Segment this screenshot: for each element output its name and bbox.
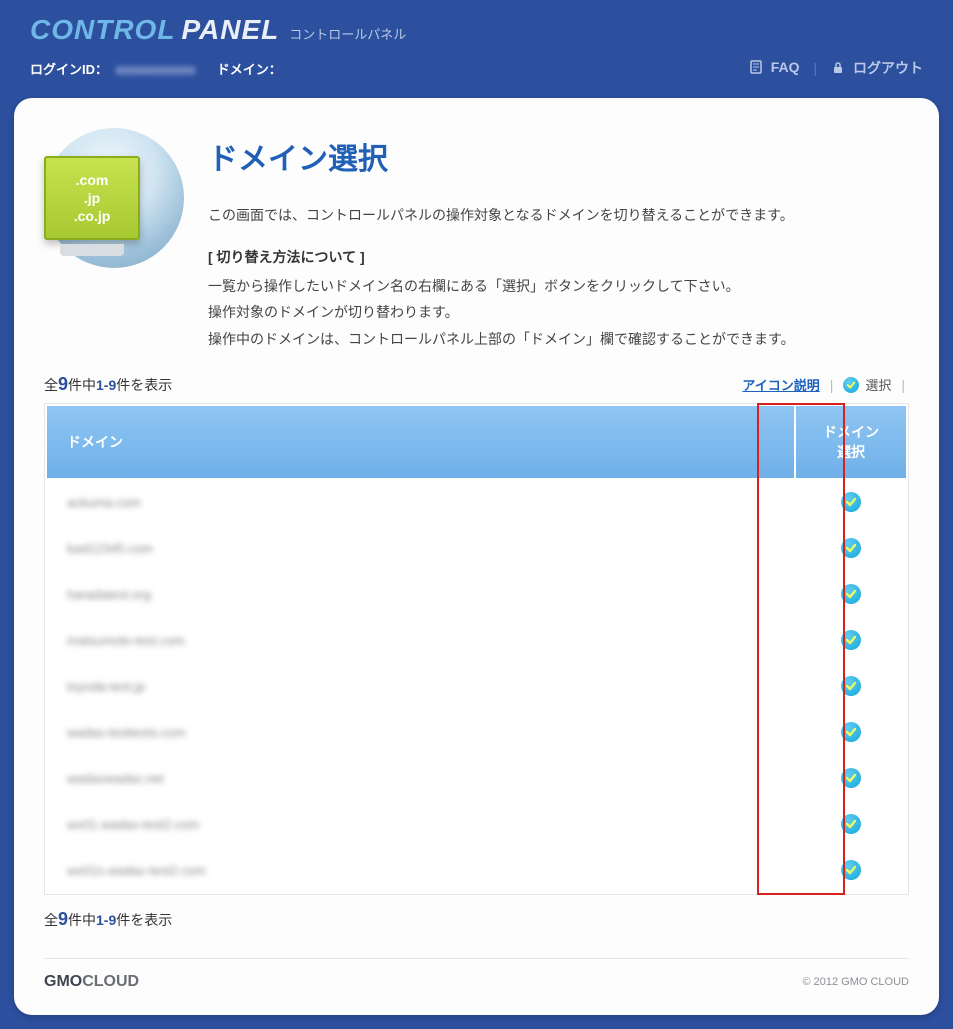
table-row: wx01s.wadax-test2.com (47, 848, 906, 892)
domain-name-cell: wx01s.wadax-test2.com (47, 848, 794, 892)
logout-link[interactable]: ログアウト (831, 58, 923, 78)
select-domain-button[interactable] (841, 814, 861, 834)
domain-select-cell (796, 710, 906, 754)
legend-label: 選択 (865, 375, 891, 394)
select-domain-button[interactable] (841, 584, 861, 604)
badge-line2: .jp (84, 189, 100, 207)
desc-line2: 操作対象のドメインが切り替わります。 (208, 299, 795, 326)
domain-select-cell (796, 756, 906, 800)
select-domain-button[interactable] (841, 768, 861, 788)
table-row: wadas-testtexts.com (47, 710, 906, 754)
domain-select-cell (796, 848, 906, 892)
table-row: matsumoto-test.com (47, 618, 906, 662)
desc-line1: 一覧から操作したいドメイン名の右欄にある「選択」ボタンをクリックして下さい。 (208, 273, 795, 300)
login-info: ログインID： xxxxxxxxxxx ドメイン： (30, 59, 282, 78)
brand-jp: コントロールパネル (289, 24, 406, 43)
domain-name-cell: ackuma.com (47, 480, 794, 524)
login-id-label: ログインID： (30, 62, 108, 77)
select-domain-button[interactable] (841, 630, 861, 650)
domain-select-cell (796, 572, 906, 616)
col-select: ドメイン 選択 (796, 406, 906, 478)
domain-select-cell (796, 618, 906, 662)
list-toolbar-top: 全9件中1-9件を表示 アイコン説明 | 選択 | (44, 374, 909, 395)
table-row: haradatest.org (47, 572, 906, 616)
badge-line1: .com (76, 171, 109, 189)
table-row: wx01.wadax-test2.com (47, 802, 906, 846)
separator: | (901, 377, 905, 393)
domain-select-cell (796, 526, 906, 570)
lock-icon (831, 61, 845, 78)
footer: GMOCLOUD © 2012 GMO CLOUD (44, 958, 909, 991)
section-subhead: [ 切り替え方法について ] (208, 247, 795, 267)
domain-name-cell: toyoda-test.jp (47, 664, 794, 708)
table-row: wadaxwadax.net (47, 756, 906, 800)
gmo-logo: GMOCLOUD (44, 973, 139, 991)
login-id-value: xxxxxxxxxxx (116, 62, 196, 77)
domain-select-cell (796, 802, 906, 846)
copyright: © 2012 GMO CLOUD (802, 976, 909, 988)
brand-panel: PANEL (181, 14, 279, 46)
badge-line3: .co.jp (74, 207, 111, 225)
table-row: toyoda-test.jp (47, 664, 906, 708)
select-domain-button[interactable] (841, 538, 861, 558)
select-domain-button[interactable] (841, 860, 861, 880)
counter-prefix: 全 (44, 377, 58, 393)
list-toolbar-bottom: 全9件中1-9件を表示 (44, 909, 909, 930)
col-domain: ドメイン (47, 406, 794, 478)
logout-label: ログアウト (853, 60, 923, 76)
table-row: bad12345.com (47, 526, 906, 570)
domain-name-cell: wadaxwadax.net (47, 756, 794, 800)
brand-control: CONTROL (30, 14, 175, 46)
domain-name-cell: bad12345.com (47, 526, 794, 570)
counter-total: 9 (58, 374, 68, 394)
main-panel: .com .jp .co.jp ドメイン選択 この画面では、コントロールパネルの… (14, 98, 939, 1015)
document-icon (749, 60, 763, 77)
page-title: ドメイン選択 (208, 134, 795, 178)
topbar: CONTROL PANEL コントロールパネル ログインID： xxxxxxxx… (0, 0, 953, 88)
domain-name-cell: haradatest.org (47, 572, 794, 616)
domain-label: ドメイン： (217, 62, 282, 77)
select-domain-button[interactable] (841, 492, 861, 512)
select-domain-button[interactable] (841, 722, 861, 742)
table-row: ackuma.com (47, 480, 906, 524)
counter-mid: 件中 (68, 377, 96, 393)
desc-line3: 操作中のドメインは、コントロールパネル上部の「ドメイン」欄で確認することができま… (208, 326, 795, 353)
separator: | (813, 60, 817, 76)
icon-help-link[interactable]: アイコン説明 (742, 375, 819, 394)
domain-globe-icon: .com .jp .co.jp (44, 128, 184, 268)
faq-label: FAQ (771, 59, 800, 75)
domain-table: ドメイン ドメイン 選択 ackuma.combad12345.comharad… (44, 403, 909, 895)
domain-select-cell (796, 480, 906, 524)
separator: | (830, 377, 834, 393)
domain-select-cell (796, 664, 906, 708)
check-icon (843, 377, 859, 393)
page-intro: この画面では、コントロールパネルの操作対象となるドメインを切り替えることができま… (208, 202, 795, 229)
counter-suffix: 件を表示 (116, 377, 172, 393)
domain-name-cell: wadas-testtexts.com (47, 710, 794, 754)
domain-name-cell: wx01.wadax-test2.com (47, 802, 794, 846)
select-domain-button[interactable] (841, 676, 861, 696)
brand: CONTROL PANEL コントロールパネル (30, 14, 923, 46)
domain-name-cell: matsumoto-test.com (47, 618, 794, 662)
counter-range: 1-9 (96, 377, 116, 393)
faq-link[interactable]: FAQ (749, 59, 800, 77)
